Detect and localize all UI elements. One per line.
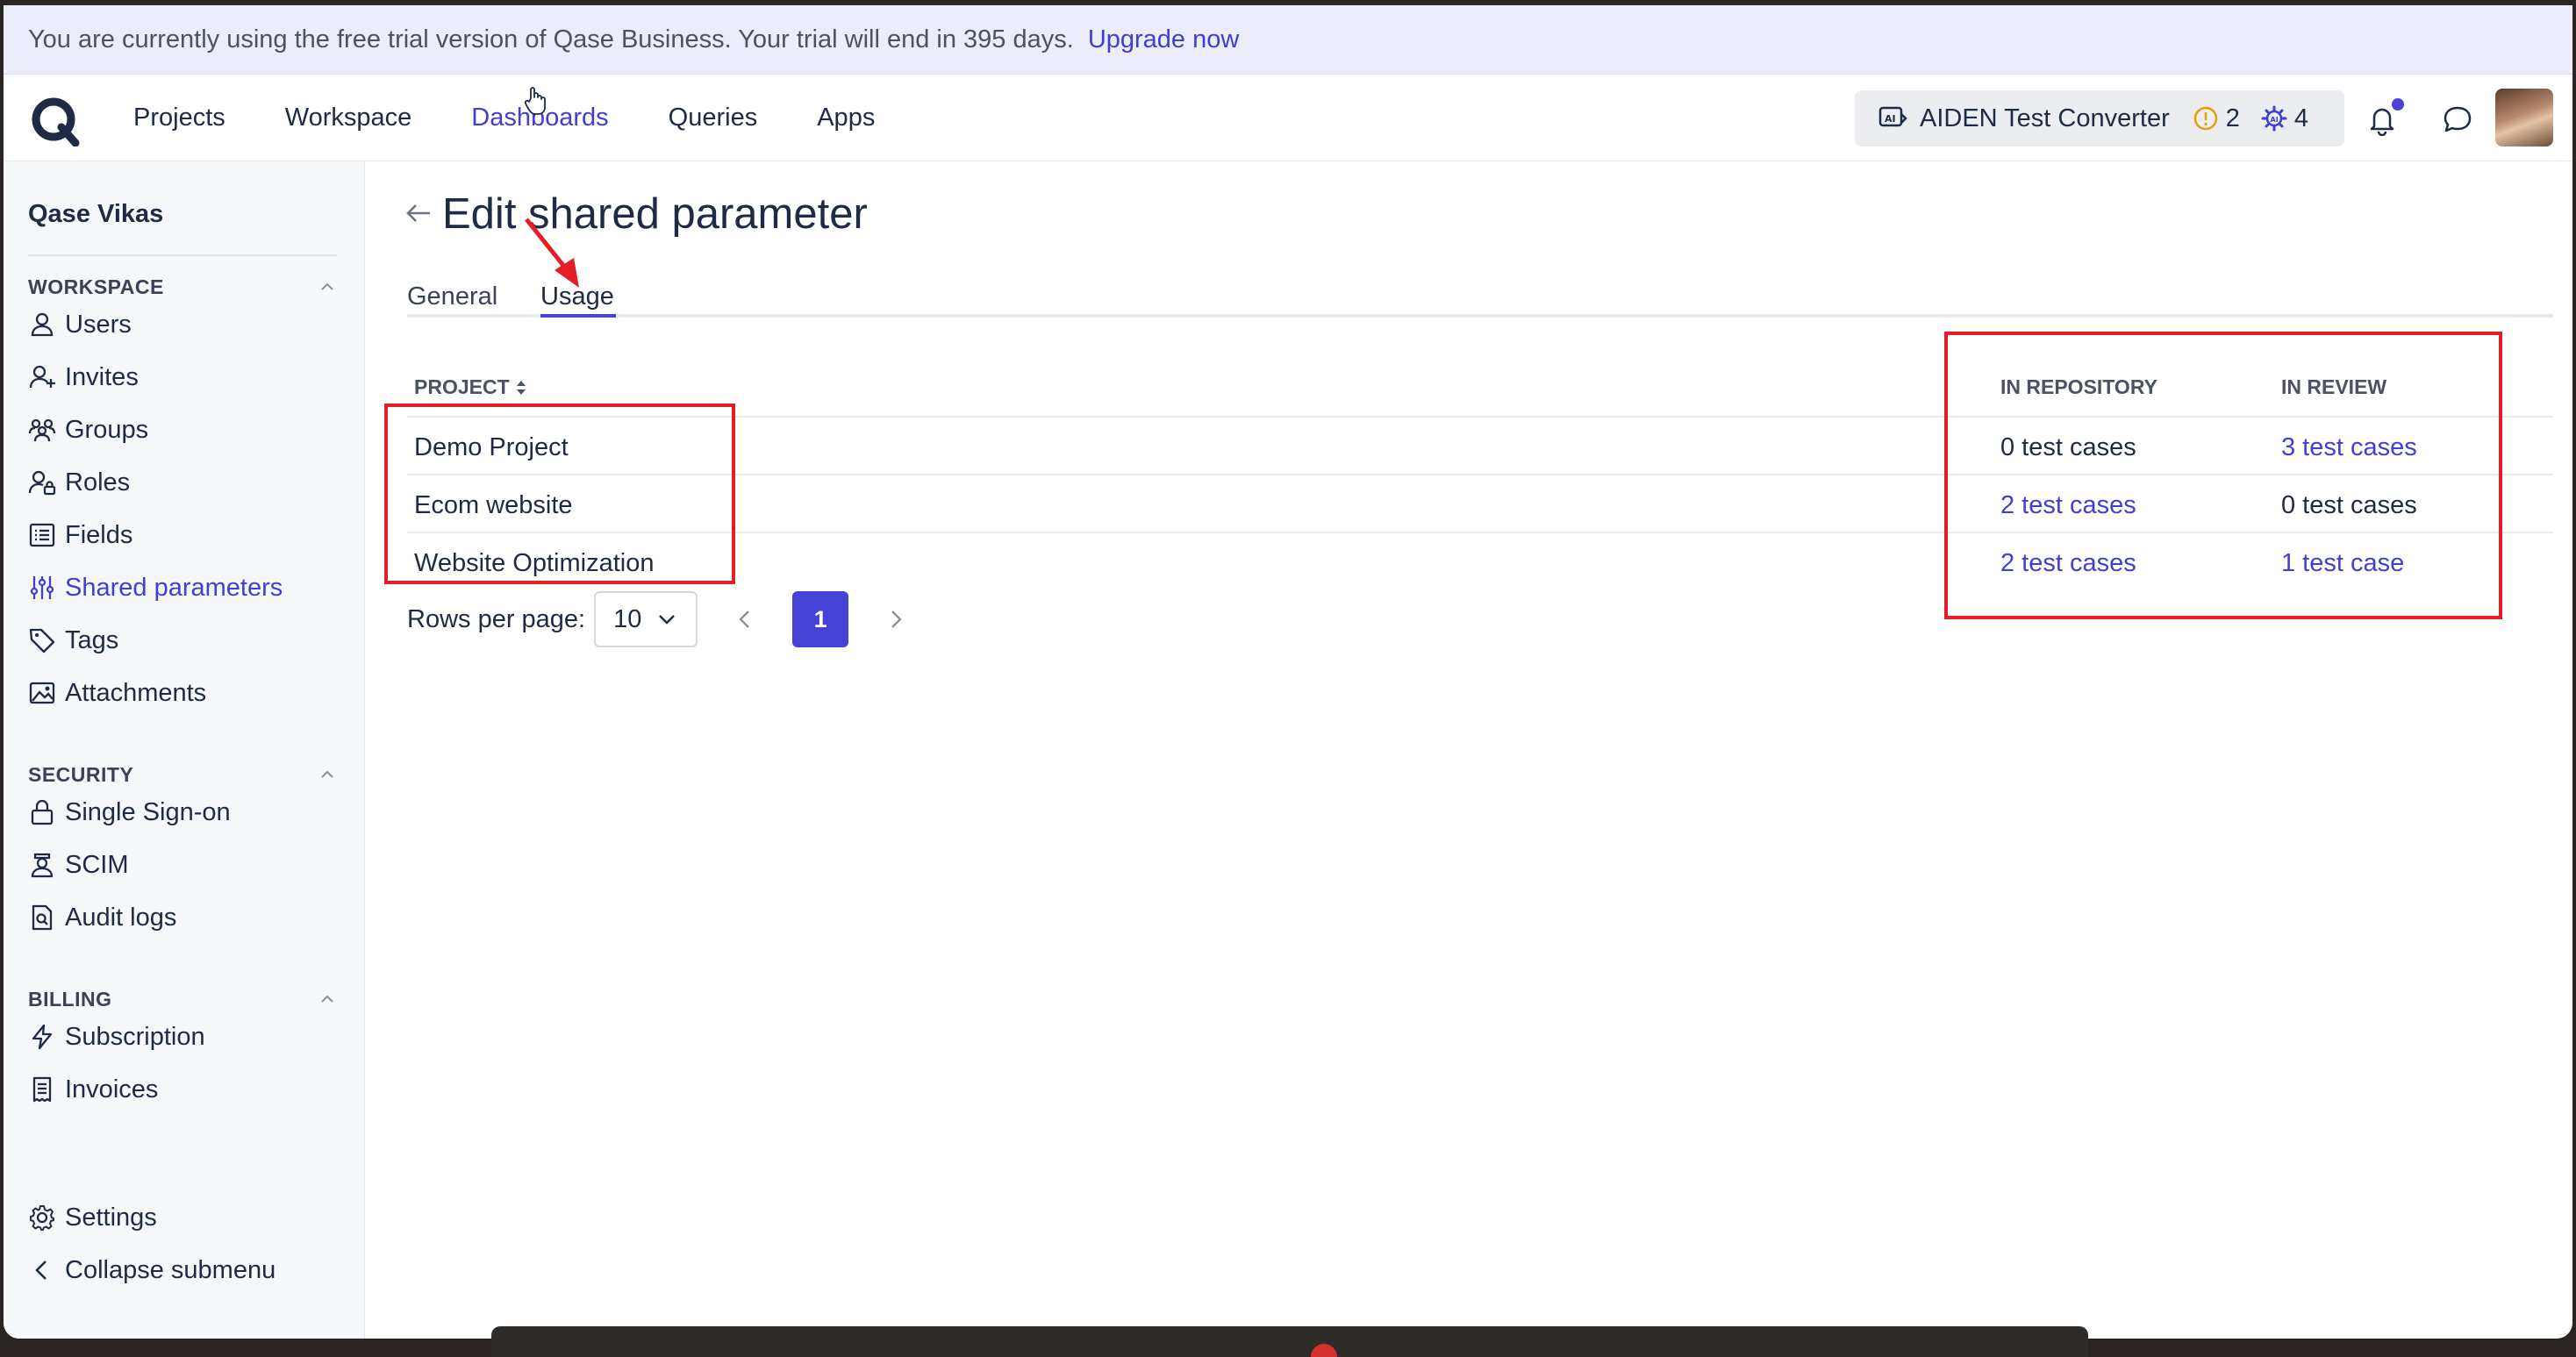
sidebar-item-audit-logs[interactable]: Audit logs (28, 898, 176, 937)
sidebar-item-subscription[interactable]: Subscription (28, 1018, 205, 1056)
sidebar-item-single-sign-on[interactable]: Single Sign-on (28, 793, 231, 832)
sidebar-item-shared-parameters[interactable]: Shared parameters (28, 568, 283, 607)
sidebar-item-attachments[interactable]: Attachments (28, 674, 206, 712)
sliders-icon (30, 576, 54, 599)
next-page-icon[interactable] (884, 607, 908, 632)
section-title-security[interactable]: SECURITY (28, 763, 133, 787)
sidebar-item-roles[interactable]: Roles (28, 463, 130, 502)
sidebar-settings[interactable]: Settings (28, 1198, 157, 1237)
annotation-box-counts (1944, 332, 2502, 619)
chevron-down-icon (659, 615, 676, 625)
sidebar-item-label: Fields (65, 520, 133, 549)
rows-per-page-label: Rows per page: (407, 604, 586, 633)
warning-badge[interactable]: 2 (2193, 104, 2240, 133)
gear-icon (30, 1205, 54, 1231)
user-plus-icon (29, 365, 55, 389)
sidebar: Qase Vikas WORKSPACE Users Invites Group… (4, 161, 365, 1339)
page-title: Edit shared parameter (442, 190, 868, 238)
dock-edge (491, 1326, 2088, 1357)
collapse-submenu-label: Collapse submenu (65, 1255, 276, 1284)
pagination: Rows per page: 10 1 (407, 591, 908, 647)
user-shield-icon (31, 853, 54, 878)
sidebar-divider (28, 254, 337, 256)
svg-text:AI: AI (2270, 116, 2278, 124)
sidebar-item-fields[interactable]: Fields (28, 516, 132, 554)
ai-badge[interactable]: AI 4 (2261, 104, 2308, 133)
sidebar-item-label: Users (65, 310, 132, 339)
annotation-arrow (525, 218, 579, 288)
chat-icon[interactable] (2441, 103, 2474, 136)
workspace-name: Qase Vikas (28, 200, 164, 228)
app-window: You are currently using the free trial v… (4, 5, 2572, 1339)
collapse-submenu-button[interactable]: Collapse submenu (28, 1251, 275, 1289)
back-arrow-icon[interactable] (404, 198, 433, 228)
warning-circle-icon (2193, 106, 2217, 131)
settings-label: Settings (65, 1203, 157, 1232)
project-name: AIDEN Test Converter (1920, 104, 2170, 132)
user-lock-icon (28, 470, 56, 496)
sidebar-item-label: Invoices (65, 1075, 159, 1103)
sidebar-item-groups[interactable]: Groups (28, 411, 148, 449)
sidebar-item-invoices[interactable]: Invoices (28, 1070, 158, 1109)
notification-dot (2392, 98, 2404, 111)
warning-count: 2 (2225, 104, 2240, 132)
chevron-left-icon (35, 1261, 47, 1280)
file-search-icon (32, 904, 53, 931)
chevron-up-icon[interactable] (318, 989, 337, 1009)
lock-icon (31, 799, 54, 825)
sidebar-item-scim[interactable]: SCIM (28, 846, 129, 884)
rows-per-page-select[interactable]: 10 (594, 591, 698, 647)
nav-projects[interactable]: Projects (133, 104, 225, 132)
nav-workspace[interactable]: Workspace (285, 104, 412, 132)
image-icon (29, 682, 55, 704)
qase-logo[interactable] (30, 96, 81, 146)
list-icon (29, 523, 55, 547)
previous-page-icon[interactable] (733, 607, 757, 632)
sidebar-item-label: Audit logs (65, 903, 177, 932)
section-title-billing[interactable]: BILLING (28, 988, 112, 1011)
trial-banner: You are currently using the free trial v… (4, 5, 2572, 75)
section-title-workspace[interactable]: WORKSPACE (28, 275, 164, 299)
upgrade-now-link[interactable]: Upgrade now (1088, 25, 1240, 54)
sidebar-item-label: Roles (65, 468, 131, 496)
ai-gear-icon: AI (2261, 105, 2287, 132)
ai-converter-icon: AI (1878, 106, 1907, 127)
bolt-icon (32, 1024, 53, 1050)
annotation-box-projects (384, 404, 735, 584)
sidebar-item-label: Tags (65, 625, 119, 654)
column-header-project[interactable]: PROJECT (414, 375, 529, 399)
ai-count: 4 (2293, 104, 2309, 132)
user-avatar[interactable] (2495, 89, 2553, 146)
chevron-up-icon[interactable] (318, 277, 337, 296)
rows-per-page-value: 10 (613, 604, 642, 633)
nav-apps[interactable]: Apps (817, 104, 875, 132)
sidebar-item-label: Shared parameters (65, 573, 283, 602)
sidebar-item-label: Attachments (65, 678, 207, 707)
users-icon (28, 418, 56, 442)
sidebar-item-invites[interactable]: Invites (28, 358, 139, 396)
tab-general[interactable]: General (407, 282, 497, 311)
trial-message: You are currently using the free trial v… (28, 25, 1074, 54)
sidebar-item-users[interactable]: Users (28, 305, 132, 344)
tag-icon (29, 628, 55, 654)
sidebar-item-label: Subscription (65, 1022, 205, 1051)
sidebar-item-label: SCIM (65, 850, 129, 879)
nav-queries[interactable]: Queries (669, 104, 758, 132)
page-button-current[interactable]: 1 (792, 591, 849, 647)
sort-icon (516, 380, 526, 395)
top-navigation: Projects Workspace Dashboards Queries Ap… (4, 75, 2572, 161)
active-tab-indicator (540, 314, 616, 318)
sidebar-item-label: Invites (65, 362, 139, 391)
svg-text:AI: AI (1885, 113, 1896, 125)
project-selector[interactable]: AI AIDEN Test Converter 2 AI 4 (1855, 90, 2344, 146)
sidebar-item-label: Single Sign-on (65, 797, 231, 826)
sidebar-item-tags[interactable]: Tags (28, 621, 118, 660)
chevron-up-icon[interactable] (318, 765, 337, 784)
tab-bar: General Usage (407, 282, 2553, 318)
hand-cursor-icon (524, 87, 546, 115)
receipt-icon (32, 1076, 52, 1103)
user-icon (31, 312, 54, 337)
sidebar-item-label: Groups (65, 415, 149, 444)
